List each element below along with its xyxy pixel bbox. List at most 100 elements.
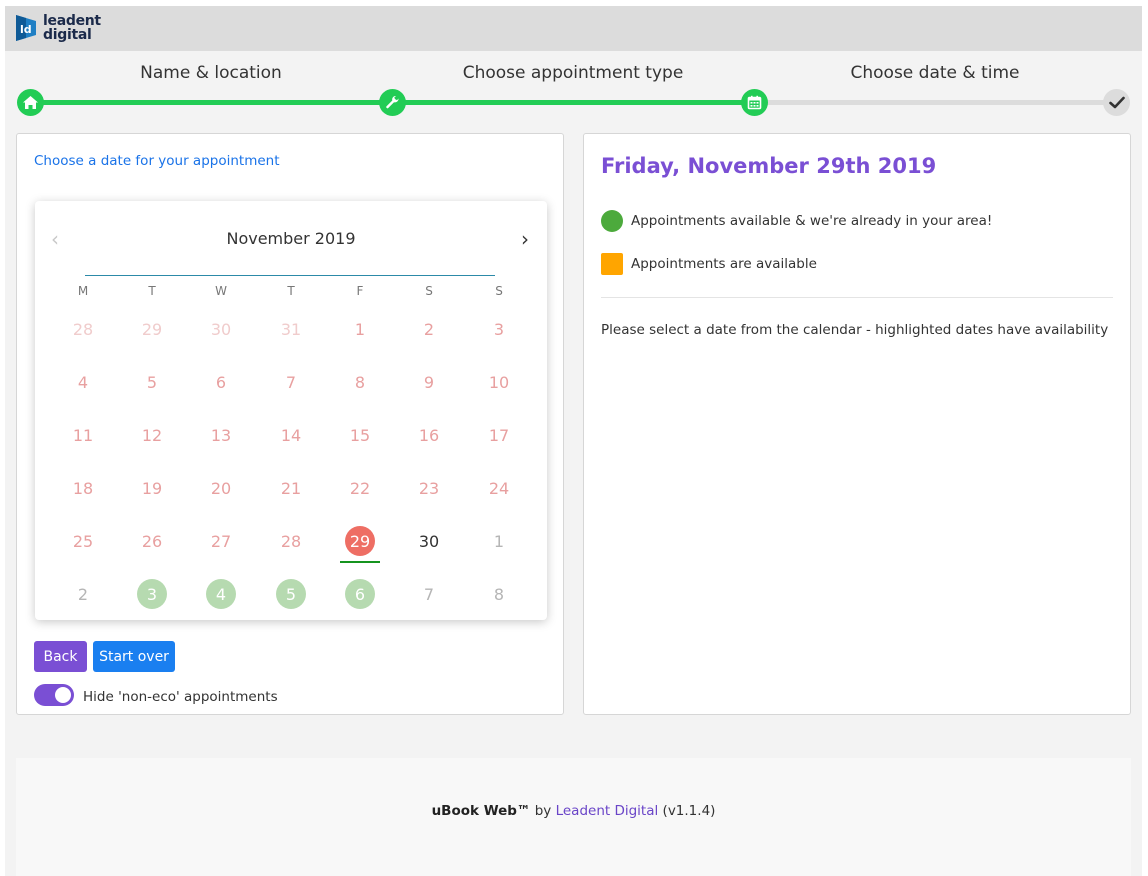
calendar-day[interactable]: 6 (340, 574, 380, 614)
logo-mark-icon: ld (13, 13, 39, 43)
version-text: (v1.1.4) (662, 803, 716, 819)
day-number: 23 (418, 478, 440, 498)
day-number: 8 (354, 372, 366, 392)
step-home[interactable] (17, 89, 44, 116)
day-number: 12 (141, 425, 163, 445)
day-number: 5 (146, 372, 158, 392)
calendar-day[interactable]: 29 (340, 521, 380, 563)
day-number: 21 (280, 478, 302, 498)
calendar-day: 11 (63, 415, 103, 455)
calendar-day: 28 (63, 309, 103, 349)
calendar-day: 17 (479, 415, 519, 455)
calendar-day: 16 (409, 415, 449, 455)
day-number: 28 (280, 531, 302, 551)
legend-text: Appointments available & we're already i… (631, 213, 993, 229)
day-number: 29 (141, 319, 163, 339)
calendar-icon (747, 95, 762, 110)
start-over-button[interactable]: Start over (93, 641, 175, 672)
legend-item-available: Appointments are available (601, 253, 817, 275)
calendar-day: 7 (271, 362, 311, 402)
day-number: 27 (210, 531, 232, 551)
calendar: ‹ November 2019 › MTWTFSS 28 29 30 31 1 2 3 4 5 6… (35, 201, 547, 620)
calendar-day: 7 (409, 574, 449, 614)
day-number: 2 (77, 584, 89, 604)
app-frame: ld leadent digital Name & location Choos… (5, 6, 1142, 876)
app-header: ld leadent digital (5, 6, 1142, 51)
day-number: 3 (146, 584, 158, 604)
day-number: 9 (423, 372, 435, 392)
eco-toggle[interactable] (34, 684, 74, 706)
logo-line-2: digital (43, 27, 92, 43)
choose-date-label: Choose a date for your appointment (34, 153, 280, 169)
company-link[interactable]: Leadent Digital (556, 803, 659, 819)
day-number: 17 (488, 425, 510, 445)
calendar-day: 5 (132, 362, 172, 402)
availability-hint: Please select a date from the calendar -… (601, 322, 1109, 338)
divider (601, 297, 1113, 298)
calendar-header-divider (85, 275, 495, 276)
calendar-day: 25 (63, 521, 103, 561)
calendar-day: 23 (409, 468, 449, 508)
home-icon (23, 96, 38, 109)
step-label-name-location: Name & location (140, 63, 282, 83)
step-appointment-type[interactable] (379, 89, 406, 116)
calendar-day: 13 (201, 415, 241, 455)
calendar-day: 30 (201, 309, 241, 349)
toggle-knob (55, 687, 71, 703)
calendar-day[interactable]: 4 (201, 574, 241, 614)
calendar-day: 4 (63, 362, 103, 402)
legend-item-in-area: Appointments available & we're already i… (601, 210, 992, 232)
calendar-day: 19 (132, 468, 172, 508)
day-number: 5 (285, 584, 297, 604)
day-number: 6 (354, 584, 366, 604)
next-month-icon[interactable]: › (521, 227, 529, 251)
day-number: 18 (72, 478, 94, 498)
product-name: uBook Web™ (431, 803, 531, 819)
day-number: 30 (210, 319, 232, 339)
eco-toggle-label: Hide 'non-eco' appointments (83, 689, 278, 705)
day-number: 4 (77, 372, 89, 392)
calendar-day: 31 (271, 309, 311, 349)
calendar-day: 1 (479, 521, 519, 561)
calendar-day: 15 (340, 415, 380, 455)
calendar-day: 26 (132, 521, 172, 561)
weekday-label: T (287, 284, 295, 298)
calendar-day[interactable]: 3 (132, 574, 172, 614)
day-number: 14 (280, 425, 302, 445)
back-button[interactable]: Back (34, 641, 87, 672)
footer-by: by (534, 803, 552, 819)
calendar-month-title: November 2019 (226, 229, 356, 248)
logo-wordmark: leadent digital (43, 14, 101, 42)
step-confirm[interactable] (1103, 89, 1130, 116)
weekday-label: F (356, 284, 364, 298)
day-number: 29 (349, 531, 371, 551)
leadent-logo[interactable]: ld leadent digital (13, 13, 101, 43)
calendar-day: 24 (479, 468, 519, 508)
weekday-label: T (148, 284, 156, 298)
day-number: 7 (285, 372, 297, 392)
progress-stepper: Name & location Choose appointment type … (5, 51, 1142, 121)
calendar-day: 22 (340, 468, 380, 508)
day-number: 11 (72, 425, 94, 445)
day-number: 30 (418, 531, 440, 551)
check-icon (1108, 96, 1125, 109)
day-number: 24 (488, 478, 510, 498)
step-date-time[interactable] (741, 89, 768, 116)
calendar-day[interactable]: 5 (271, 574, 311, 614)
step-label-date-time: Choose date & time (850, 63, 1020, 83)
day-number: 13 (210, 425, 232, 445)
calendar-day[interactable]: 30 (409, 521, 449, 561)
day-number: 26 (141, 531, 163, 551)
calendar-day: 2 (409, 309, 449, 349)
footer-text: uBook Web™ by Leadent Digital (v1.1.4) (16, 803, 1131, 819)
calendar-day: 8 (479, 574, 519, 614)
day-number: 31 (280, 319, 302, 339)
day-number: 6 (215, 372, 227, 392)
today-underline (340, 561, 380, 563)
day-number: 22 (349, 478, 371, 498)
green-circle-icon (601, 210, 623, 232)
svg-text:ld: ld (20, 23, 32, 36)
weekday-label: S (425, 284, 433, 298)
weekday-label: M (77, 284, 89, 298)
day-number: 16 (418, 425, 440, 445)
